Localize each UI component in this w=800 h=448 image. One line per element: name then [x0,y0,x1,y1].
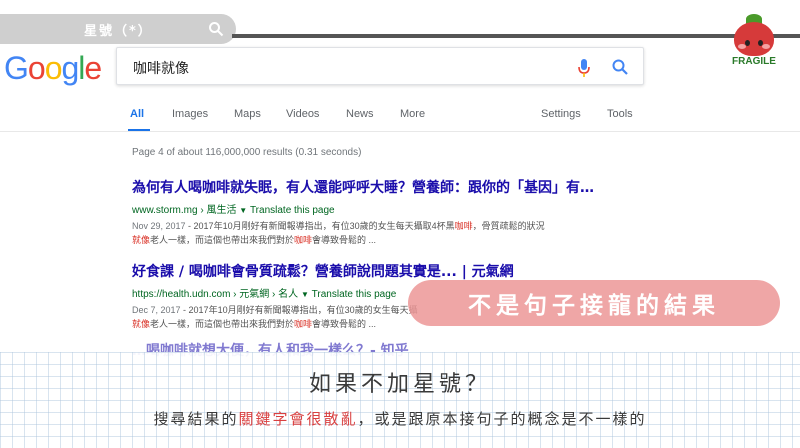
mascot-cheek [738,44,746,49]
search-submit-icon[interactable] [611,58,629,76]
tab-videos[interactable]: Videos [286,108,319,120]
result-title-link[interactable]: 好食課 / 喝咖啡會骨質疏鬆？營養師說問題其實是... | 元氣網 [132,261,672,281]
search-result: 為何有人喝咖啡就失眠，有人還能呼呼大睡？營養師：跟你的「基因」有… www.st… [132,177,672,247]
snippet-text: 會導致骨鬆的 ... [312,235,377,245]
annotation-text: 不是句子接龍的結果 [468,293,720,319]
snippet-text: 老人一樣，而這個也帶出來我們對於 [150,235,295,245]
search-box[interactable]: 咖啡就像 [116,47,644,85]
caption-subtitle: 搜尋結果的關鍵字會很散亂，或是跟原本接句子的概念是不一樣的 [0,408,800,429]
caption-text: ，或是跟原本接句子的概念是不一樣的 [357,410,647,428]
result-date: Dec 7, 2017 [132,305,181,315]
top-divider-bar [232,34,800,38]
video-title-text: 星號（*） [84,23,153,39]
snippet-text: - 2017年10月剛好有新聞報導指出，有位30歲的女生每天攝取4杯黑 [185,221,455,231]
mascot-label: FRAGILE [732,56,776,67]
search-tabs: All Images Maps Videos News More Setting… [0,104,800,132]
logo-letter: o [44,50,63,86]
caret-down-icon[interactable]: ▼ [301,290,309,299]
logo-letter: G [4,50,29,86]
result-url-text[interactable]: www.storm.mg › 風生活 [132,205,236,216]
snippet-highlight: 咖啡 [454,221,473,231]
tab-news[interactable]: News [346,108,374,120]
mascot-cheek [762,44,770,49]
tab-settings[interactable]: Settings [541,108,581,120]
tabs-divider [0,131,800,132]
annotation-bubble: 不是句子接龍的結果 [408,280,780,326]
snippet-text: 老人一樣，而這個也帶出來我們對於 [150,319,295,329]
snippet-highlight: 咖啡 [294,235,313,245]
logo-letter: o [27,50,46,86]
caret-down-icon[interactable]: ▼ [239,206,247,215]
snippet-text: ，骨質疏鬆的狀況 [472,221,545,231]
microphone-icon[interactable] [577,58,591,78]
search-icon [209,22,224,37]
tab-more[interactable]: More [400,108,425,120]
video-title-pill: 星號（*） [0,14,236,44]
snippet-text: 會導致骨鬆的 ... [312,319,377,329]
translate-link[interactable]: Translate this page [250,205,335,216]
snippet-highlight: 就像 [132,235,151,245]
result-title-link[interactable]: 為何有人喝咖啡就失眠，有人還能呼呼大睡？營養師：跟你的「基因」有… [132,177,672,197]
result-snippet: Nov 29, 2017 - 2017年10月剛好有新聞報導指出，有位30歲的女… [132,219,672,247]
tab-tools[interactable]: Tools [607,108,633,120]
snippet-highlight: 咖啡 [294,319,313,329]
result-date: Nov 29, 2017 [132,221,186,231]
search-input[interactable]: 咖啡就像 [133,58,189,78]
logo-letter: e [84,50,102,86]
fragile-mascot-logo: FRAGILE [724,14,784,70]
translate-link[interactable]: Translate this page [312,289,397,300]
strawberry-face-icon [734,22,774,56]
google-logo[interactable]: Google [4,50,102,87]
tab-images[interactable]: Images [172,108,208,120]
tab-all[interactable]: All [130,108,144,120]
tab-maps[interactable]: Maps [234,108,261,120]
snippet-text: - 2017年10月剛好有新聞報導指出，有位30歲的女生每天攝 [180,305,418,315]
caption-text: 搜尋結果的 [153,410,239,428]
logo-letter: g [61,50,79,86]
result-url: www.storm.mg › 風生活 ▼ Translate this page [132,201,672,216]
caption-emphasis: 關鍵字會很散亂 [238,410,358,428]
caption-heading: 如果不加星號？ [308,372,491,397]
caption-panel: 如果不加星號？ 搜尋結果的關鍵字會很散亂，或是跟原本接句子的概念是不一樣的 [0,352,800,448]
result-url-text[interactable]: https://health.udn.com › 元氣網 › 名人 [132,289,298,300]
result-stats: Page 4 of about 116,000,000 results (0.3… [132,147,362,158]
snippet-highlight: 就像 [132,319,151,329]
